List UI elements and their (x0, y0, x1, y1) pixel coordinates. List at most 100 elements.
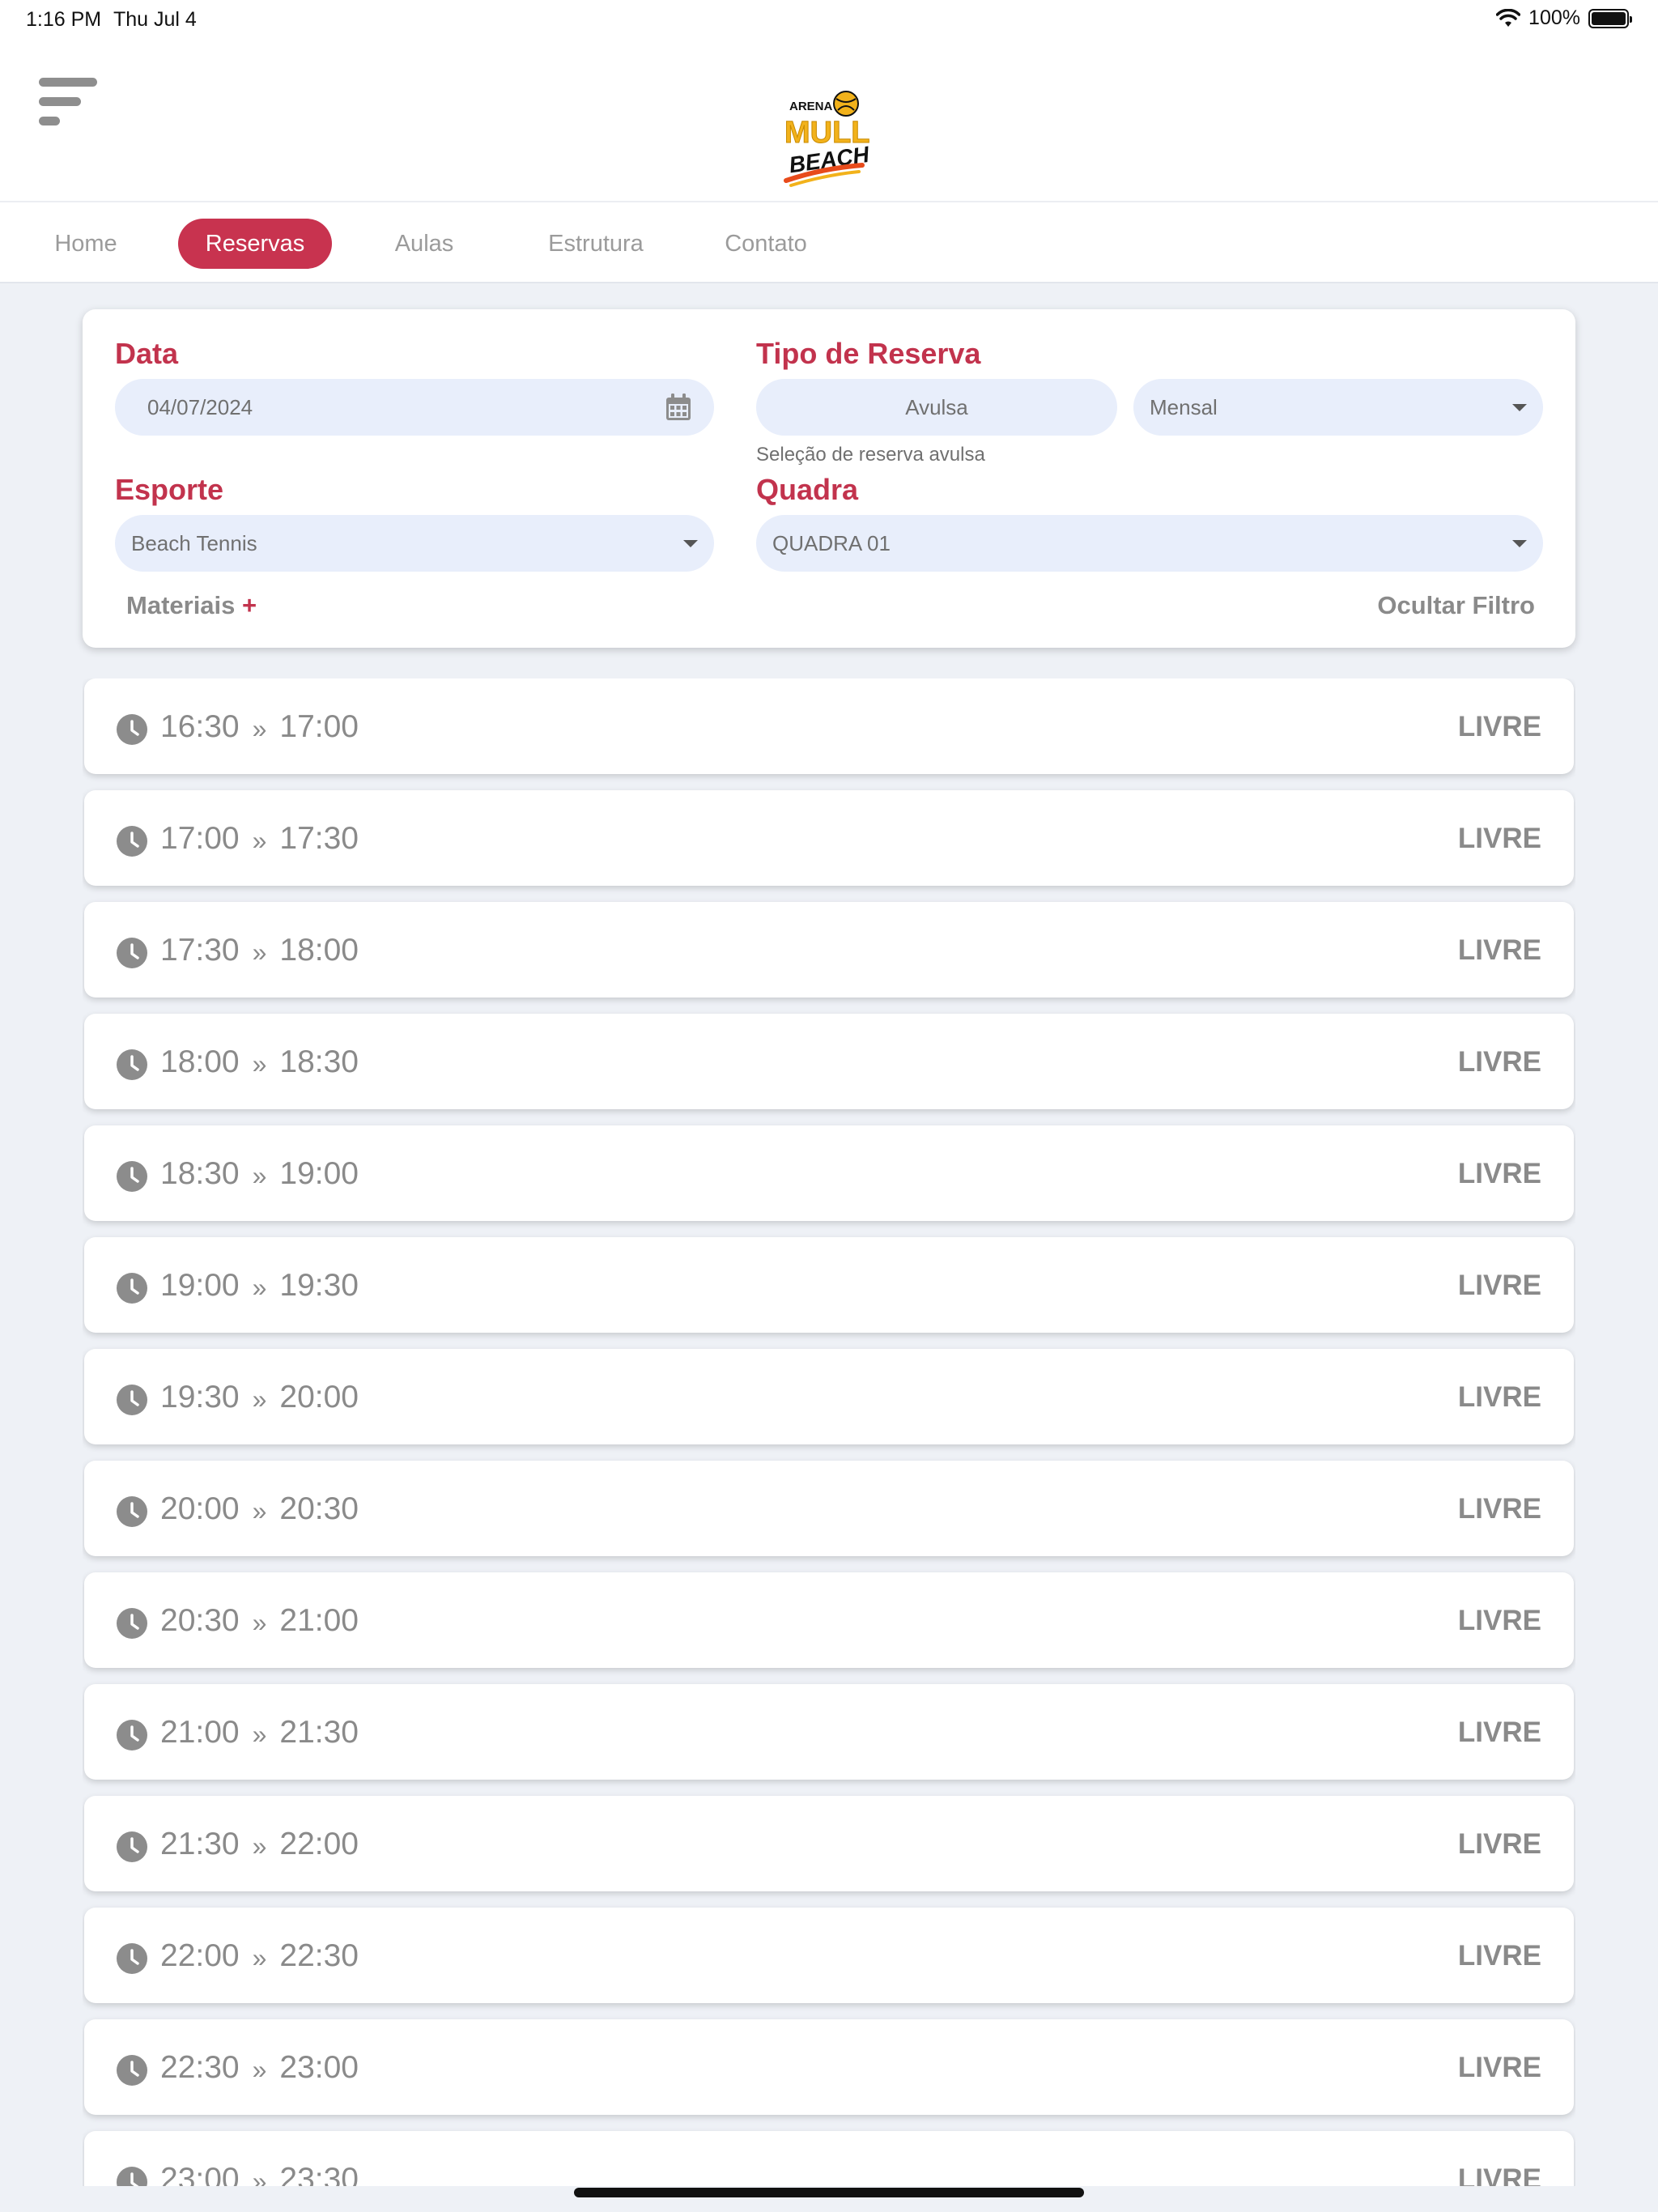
materiais-button[interactable]: Materiais + (126, 591, 257, 620)
slot-start-time: 23:00 (160, 2162, 240, 2186)
clock-icon (117, 1049, 147, 1080)
battery-icon (1588, 8, 1632, 28)
tipo-avulsa-option[interactable]: Avulsa (756, 379, 1117, 436)
double-chevron-right-icon: » (252, 1719, 267, 1749)
slot-status: LIVRE (1457, 1046, 1541, 1078)
tipo-reserva-helper: Seleção de reserva avulsa (756, 444, 985, 466)
tab-home[interactable]: Home (37, 219, 134, 269)
slot-time-range: 17:00 » 17:30 (160, 821, 359, 857)
slot-status: LIVRE (1457, 1716, 1541, 1748)
slot-end-time: 21:00 (279, 1603, 359, 1638)
date-field[interactable]: 04/07/2024 (115, 379, 714, 436)
slot-start-time: 18:30 (160, 1156, 240, 1191)
wifi-icon (1496, 8, 1521, 27)
status-bar: 1:16 PM Thu Jul 4 100% (0, 0, 1658, 39)
nav-tabs: Home Reservas Aulas Estrutura Contato (0, 202, 1658, 283)
home-indicator[interactable] (574, 2188, 1084, 2197)
slot-time-range: 21:30 » 22:00 (160, 1827, 359, 1862)
clock-icon (117, 714, 147, 745)
slot-start-time: 16:30 (160, 709, 240, 744)
slot-status: LIVRE (1457, 711, 1541, 742)
quadra-value: QUADRA 01 (772, 531, 891, 555)
slot-end-time: 19:00 (279, 1156, 359, 1191)
slot-start-time: 21:30 (160, 1827, 240, 1861)
slot-end-time: 19:30 (279, 1268, 359, 1303)
time-slot-row[interactable]: 19:30 » 20:00 LIVRE (84, 1349, 1574, 1444)
time-slot-row[interactable]: 16:30 » 17:00 LIVRE (84, 678, 1574, 774)
quadra-label: Quadra (756, 473, 859, 506)
chevron-down-icon (1512, 404, 1527, 411)
time-slot-row[interactable]: 22:00 » 22:30 LIVRE (84, 1908, 1574, 2003)
double-chevron-right-icon: » (252, 2054, 267, 2084)
slot-status: LIVRE (1457, 1605, 1541, 1636)
double-chevron-right-icon: » (252, 1495, 267, 1525)
materiais-label: Materiais (126, 591, 236, 619)
slot-time-range: 21:00 » 21:30 (160, 1715, 359, 1750)
time-slot-row[interactable]: 21:30 » 22:00 LIVRE (84, 1796, 1574, 1891)
double-chevron-right-icon: » (252, 1942, 267, 1972)
slot-time-range: 20:00 » 20:30 (160, 1491, 359, 1527)
slot-end-time: 22:30 (279, 1938, 359, 1973)
clock-icon (117, 1608, 147, 1639)
calendar-icon[interactable] (665, 393, 691, 421)
slot-time-range: 16:30 » 17:00 (160, 709, 359, 745)
time-slot-row[interactable]: 17:00 » 17:30 LIVRE (84, 790, 1574, 886)
quadra-select[interactable]: QUADRA 01 (756, 515, 1543, 572)
double-chevron-right-icon: » (252, 1049, 267, 1078)
slot-start-time: 17:30 (160, 933, 240, 968)
clock-icon (117, 938, 147, 968)
plus-icon: + (242, 591, 257, 619)
slot-status: LIVRE (1457, 1493, 1541, 1525)
time-slot-row[interactable]: 21:00 » 21:30 LIVRE (84, 1684, 1574, 1780)
time-slot-row[interactable]: 22:30 » 23:00 LIVRE (84, 2019, 1574, 2115)
time-slot-row[interactable]: 18:00 » 18:30 LIVRE (84, 1014, 1574, 1109)
date-value: 04/07/2024 (147, 395, 253, 419)
clock-icon (117, 1161, 147, 1192)
slot-start-time: 19:00 (160, 1268, 240, 1303)
status-time: 1:16 PM (26, 8, 102, 31)
slot-start-time: 21:00 (160, 1715, 240, 1750)
tab-reservas[interactable]: Reservas (178, 219, 332, 269)
slot-start-time: 22:00 (160, 1938, 240, 1973)
double-chevron-right-icon: » (252, 1384, 267, 1414)
slot-time-range: 19:00 » 19:30 (160, 1268, 359, 1304)
tab-estrutura[interactable]: Estrutura (531, 219, 661, 269)
slot-end-time: 18:30 (279, 1044, 359, 1079)
svg-text:ARENA: ARENA (789, 100, 833, 113)
slot-end-time: 23:30 (279, 2162, 359, 2186)
tipo-mensal-select[interactable]: Mensal (1133, 379, 1543, 436)
slot-start-time: 17:00 (160, 821, 240, 856)
tab-contato[interactable]: Contato (709, 219, 823, 269)
time-slot-row[interactable]: 18:30 » 19:00 LIVRE (84, 1125, 1574, 1221)
time-slot-row[interactable]: 23:00 » 23:30 LIVRE (84, 2131, 1574, 2186)
slot-time-range: 18:30 » 19:00 (160, 1156, 359, 1192)
double-chevron-right-icon: » (252, 2166, 267, 2187)
time-slot-row[interactable]: 20:00 » 20:30 LIVRE (84, 1461, 1574, 1556)
slot-status: LIVRE (1457, 1940, 1541, 1972)
time-slot-row[interactable]: 19:00 » 19:30 LIVRE (84, 1237, 1574, 1333)
ocultar-filtro-button[interactable]: Ocultar Filtro (1377, 591, 1535, 620)
time-slot-row[interactable]: 17:30 » 18:00 LIVRE (84, 902, 1574, 998)
clock-icon (117, 2055, 147, 2086)
double-chevron-right-icon: » (252, 1160, 267, 1190)
slot-start-time: 22:30 (160, 2050, 240, 2085)
menu-icon[interactable] (39, 78, 99, 131)
slot-time-range: 18:00 » 18:30 (160, 1044, 359, 1080)
status-date: Thu Jul 4 (113, 8, 197, 31)
slot-end-time: 20:00 (279, 1380, 359, 1414)
slot-status: LIVRE (1457, 1270, 1541, 1301)
esporte-label: Esporte (115, 473, 224, 506)
slot-time-range: 22:00 » 22:30 (160, 1938, 359, 1974)
tab-aulas[interactable]: Aulas (376, 219, 473, 269)
clock-icon (117, 2167, 147, 2186)
battery-percent: 100% (1528, 6, 1580, 29)
slot-status: LIVRE (1457, 1828, 1541, 1860)
slot-time-range: 23:00 » 23:30 (160, 2162, 359, 2186)
clock-icon (117, 826, 147, 857)
time-slot-row[interactable]: 20:30 » 21:00 LIVRE (84, 1572, 1574, 1668)
double-chevron-right-icon: » (252, 937, 267, 967)
esporte-select[interactable]: Beach Tennis (115, 515, 714, 572)
chevron-down-icon (1512, 540, 1527, 547)
slot-start-time: 18:00 (160, 1044, 240, 1079)
slot-status: LIVRE (1457, 934, 1541, 966)
